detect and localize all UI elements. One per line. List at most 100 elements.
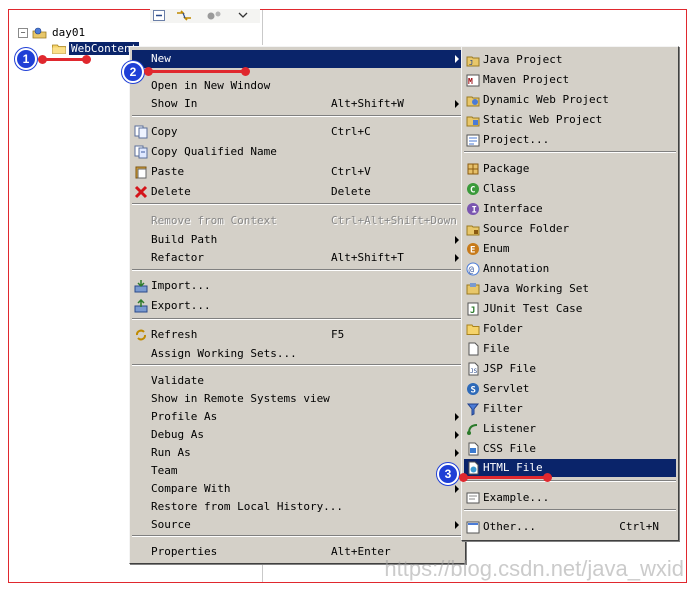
- menu-item-debug-as[interactable]: Debug As: [132, 426, 463, 444]
- menu-separator: [132, 535, 463, 537]
- project-label: day01: [52, 26, 86, 39]
- menu-item-new[interactable]: New: [132, 50, 463, 68]
- view-menu-icon[interactable]: [206, 10, 224, 21]
- svg-text:J: J: [470, 306, 475, 316]
- menu-item-build-path[interactable]: Build Path: [132, 231, 463, 249]
- delete-icon: [134, 185, 148, 199]
- menu-item-delete[interactable]: Delete Delete: [132, 183, 463, 201]
- step-badge-3: 3: [437, 463, 459, 485]
- menu-item-shortcut: Ctrl+N: [619, 520, 659, 533]
- menu-item-label: Listener: [483, 422, 536, 435]
- menu-item-maven-project[interactable]: M Maven Project: [464, 71, 676, 89]
- menu-item-profile-as[interactable]: Profile As: [132, 408, 463, 426]
- menu-item-refactor[interactable]: Refactor Alt+Shift+T: [132, 249, 463, 267]
- export-icon: [134, 299, 148, 313]
- java-project-icon: J: [466, 56, 480, 67]
- chevron-down-icon[interactable]: [238, 10, 248, 21]
- menu-item-file[interactable]: File: [464, 340, 676, 358]
- menu-item-label: Paste: [151, 165, 185, 178]
- collapse-toggle-icon[interactable]: −: [18, 27, 28, 38]
- menu-item-label: Assign Working Sets...: [151, 347, 297, 360]
- menu-item-open-in-new-window[interactable]: Open in New Window: [132, 77, 463, 95]
- annotation-icon: @: [466, 262, 480, 276]
- enum-icon: E: [467, 243, 479, 256]
- menu-item-label: Properties: [151, 545, 218, 558]
- maven-project-icon: M: [466, 74, 480, 87]
- menu-item-label: Remove from Context: [151, 214, 277, 227]
- menu-item-other[interactable]: Other... Ctrl+N: [464, 518, 676, 536]
- link-with-editor-icon[interactable]: [176, 10, 192, 21]
- menu-item-label: Import...: [151, 279, 211, 292]
- submenu-arrow-icon: [455, 449, 459, 457]
- menu-item-folder[interactable]: Folder: [464, 320, 676, 338]
- menu-item-jsp-file[interactable]: JS JSP File: [464, 360, 676, 378]
- submenu-arrow-icon: [455, 100, 459, 108]
- menu-item-java-project[interactable]: J Java Project: [464, 51, 676, 69]
- menu-item-export[interactable]: Export...: [132, 297, 463, 315]
- menu-item-show-in-remote-systems-view[interactable]: Show in Remote Systems view: [132, 390, 463, 408]
- svg-text:E: E: [470, 246, 475, 256]
- submenu-arrow-icon: [455, 236, 459, 244]
- menu-item-interface[interactable]: I Interface: [464, 200, 676, 218]
- menu-item-copy[interactable]: Copy Ctrl+C: [132, 123, 463, 141]
- folder-icon: [466, 324, 480, 335]
- menu-item-import[interactable]: Import...: [132, 277, 463, 295]
- step-pointer-2: [144, 67, 250, 76]
- menu-item-label: Run As: [151, 446, 191, 459]
- menu-item-label: Open in New Window: [151, 79, 271, 92]
- menu-item-java-working-set[interactable]: Java Working Set: [464, 280, 676, 298]
- tree-item-project[interactable]: − day01: [18, 26, 85, 39]
- collapse-all-icon[interactable]: [153, 10, 165, 21]
- menu-item-shortcut: F5: [331, 328, 345, 341]
- menu-item-team[interactable]: Team: [132, 462, 463, 480]
- menu-item-servlet[interactable]: S Servlet: [464, 380, 676, 398]
- menu-item-shortcut: Ctrl+C: [331, 125, 371, 138]
- menu-item-paste[interactable]: Paste Ctrl+V: [132, 163, 463, 181]
- menu-item-annotation[interactable]: @ Annotation: [464, 260, 676, 278]
- menu-item-restore-from-local-history[interactable]: Restore from Local History...: [132, 498, 463, 516]
- menu-item-validate[interactable]: Validate: [132, 372, 463, 390]
- menu-item-run-as[interactable]: Run As: [132, 444, 463, 462]
- menu-item-source[interactable]: Source: [132, 516, 463, 534]
- menu-item-label: JSP File: [483, 362, 536, 375]
- menu-item-static-web-project[interactable]: Static Web Project: [464, 111, 676, 129]
- menu-item-compare-with[interactable]: Compare With: [132, 480, 463, 498]
- watermark: https://blog.csdn.net/java_wxid: [384, 556, 684, 581]
- menu-item-class[interactable]: C Class: [464, 180, 676, 198]
- menu-item-label: Show In: [151, 97, 198, 110]
- menu-item-listener[interactable]: Listener: [464, 420, 676, 438]
- menu-item-html-file[interactable]: HTML File: [464, 459, 676, 477]
- menu-separator: [132, 203, 463, 205]
- menu-item-package[interactable]: Package: [464, 160, 676, 178]
- listener-icon: [467, 424, 478, 435]
- menu-item-example[interactable]: Example...: [464, 489, 676, 507]
- menu-item-copy-qualified-name[interactable]: Copy Qualified Name: [132, 143, 463, 161]
- menu-item-dynamic-web-project[interactable]: Dynamic Web Project: [464, 91, 676, 109]
- menu-item-refresh[interactable]: Refresh F5: [132, 326, 463, 344]
- junit-test-case-icon: J: [467, 302, 479, 316]
- submenu-arrow-icon: [455, 413, 459, 421]
- menu-item-shortcut: Alt+Enter: [331, 545, 391, 558]
- menu-item-source-folder[interactable]: Source Folder: [464, 220, 676, 238]
- menu-item-shortcut: Ctrl+Alt+Shift+Down: [331, 214, 457, 227]
- view-divider: [262, 10, 263, 45]
- menu-item-junit-test-case[interactable]: J JUnit Test Case: [464, 300, 676, 318]
- submenu-arrow-icon: [455, 521, 459, 529]
- menu-item-filter[interactable]: Filter: [464, 400, 676, 418]
- menu-item-remove-from-context: Remove from Context Ctrl+Alt+Shift+Down: [132, 212, 463, 230]
- menu-item-enum[interactable]: E Enum: [464, 240, 676, 258]
- menu-item-show-in[interactable]: Show In Alt+Shift+W: [132, 95, 463, 113]
- menu-item-label: Export...: [151, 299, 211, 312]
- menu-item-label: Dynamic Web Project: [483, 93, 609, 106]
- menu-item-label: Compare With: [151, 482, 231, 495]
- menu-item-assign-working-sets[interactable]: Assign Working Sets...: [132, 345, 463, 363]
- menu-item-label: Package: [483, 162, 530, 175]
- menu-item-label: Profile As: [151, 410, 218, 423]
- tree-item-webcontent[interactable]: WebContent: [52, 42, 140, 55]
- menu-item-label: File: [483, 342, 510, 355]
- menu-item-label: Folder: [483, 322, 523, 335]
- copy-qualified-name-icon: [134, 145, 148, 159]
- menu-item-css-file[interactable]: CSS File: [464, 440, 676, 458]
- menu-item-label: CSS File: [483, 442, 536, 455]
- menu-item-project[interactable]: Project...: [464, 131, 676, 149]
